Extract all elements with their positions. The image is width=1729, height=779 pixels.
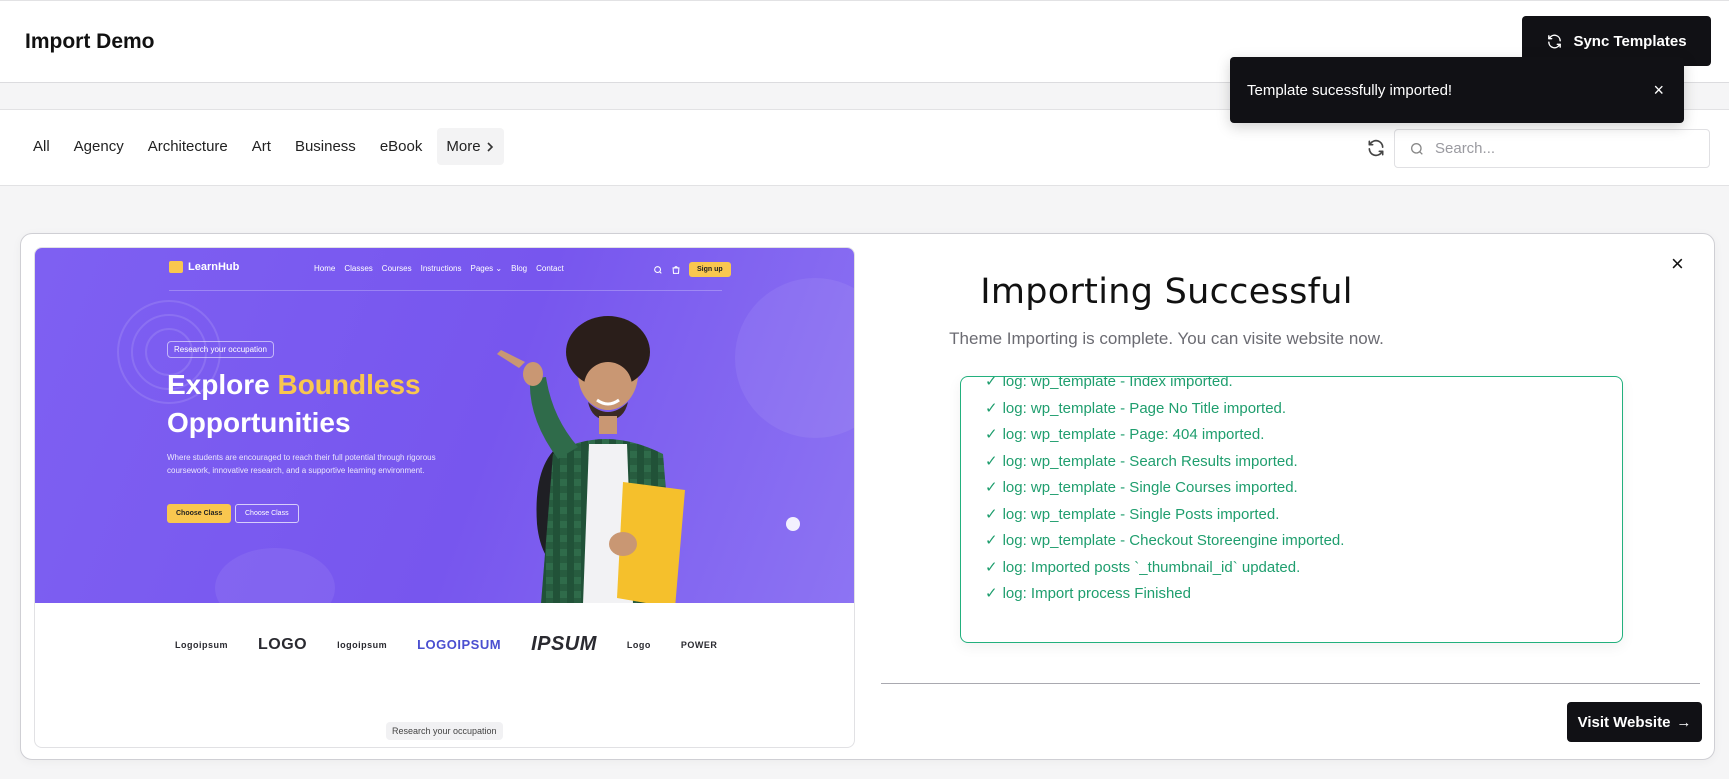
preview-nav-item: Courses [381,264,412,273]
preview-headline-part2: Opportunities [167,407,351,438]
check-icon: ✓ [985,558,998,576]
preview-cta-secondary: Choose Class [235,504,299,523]
tab-agency[interactable]: Agency [65,128,133,165]
log-line: ✓ log: wp_template - Single Posts importe… [985,502,1344,529]
close-modal-icon[interactable]: × [1671,253,1684,275]
preview-nav-item: Blog [511,264,528,273]
log-line: ✓ log: wp_template - Page: 404 imported. [985,422,1344,449]
student-illustration [497,316,685,603]
log-line: ✓ log: wp_template - Index imported. [985,376,1344,396]
check-icon: ✓ [985,399,998,417]
cart-icon [672,265,680,274]
preview-logo-text: LearnHub [188,261,240,273]
import-log-list: ✓ log: wp_template - Index imported. ✓ log:… [985,376,1344,608]
brand-logo: LOGOIPSUM [417,637,502,652]
preview-nav-item: Home [314,264,336,273]
decor-dot [786,517,800,531]
search-icon [654,265,662,274]
check-icon: ✓ [985,532,998,549]
tab-art[interactable]: Art [243,128,280,165]
log-text: log: wp_template - Search Results import… [1002,452,1298,470]
log-text: log: wp_template - Page No Title importe… [1002,399,1287,417]
preview-nav-item: Contact [536,264,564,273]
check-icon: ✓ [985,479,998,496]
sync-templates-label: Sync Templates [1573,32,1687,50]
preview-nav-item: Classes [344,264,373,273]
log-text: log: wp_template - Single Posts imported… [1002,505,1280,523]
check-icon: ✓ [985,585,998,602]
success-subtitle: Theme Importing is complete. You can vis… [949,329,1384,348]
preview-headline-part1: Explore [167,369,278,400]
sync-icon [1548,34,1562,48]
preview-headline-accent: Boundless [277,369,421,400]
log-text: log: wp_template - Index imported. [1002,376,1233,390]
log-text: log: wp_template - Page: 404 imported. [1002,426,1265,443]
preview-subtext: Where students are encouraged to reach t… [167,453,436,475]
toast-message: Template sucessfully imported! [1247,81,1453,99]
brand-logo: logoipsum [337,639,388,650]
import-log-box[interactable]: ✓ log: wp_template - Index imported. ✓ log:… [960,376,1623,643]
tab-more-label: More [446,138,481,155]
check-icon: ✓ [985,505,998,523]
log-text: log: Imported posts `_thumbnail_id` upda… [1002,558,1301,576]
visit-website-label: Visit Website [1577,713,1671,731]
log-line: ✓ log: Imported posts `_thumbnail_id` upd… [985,555,1344,582]
category-tabs: All Agency Architecture Art Business eBo… [24,128,504,165]
brand-logo: Logoipsum [175,639,228,650]
brand-logo: LOGO [258,635,308,653]
preview-divider [169,290,722,291]
preview-pill: Research your occupation [167,341,274,358]
preview-nav-icons: Sign up [653,262,731,277]
search-box [1394,129,1710,168]
tab-ebook[interactable]: eBook [371,128,432,165]
decor-blob [215,548,335,603]
brand-logo: POWER [680,639,718,650]
log-text: log: wp_template - Checkout Storeengine … [1002,532,1345,549]
brand-logo-row: Logoipsum LOGO logoipsum LOGOIPSUM IPSUM… [175,633,717,656]
log-text: log: Import process Finished [1002,585,1191,602]
search-input[interactable] [1435,140,1709,157]
log-line: ✓ log: wp_template - Checkout Storeengine… [985,528,1344,555]
preview-nav: Home Classes Courses Instructions Pages … [314,264,564,273]
visit-website-button[interactable]: Visit Website → [1567,702,1702,742]
search-icon [1411,142,1423,155]
tab-architecture[interactable]: Architecture [139,128,237,165]
tab-all[interactable]: All [24,128,59,165]
toast-close-icon[interactable]: × [1653,81,1664,99]
preview-research-tag: Research your occupation [386,722,503,740]
check-icon: ✓ [985,376,998,390]
footer-divider [881,683,1700,684]
preview-logo: LearnHub [169,261,239,273]
tab-business[interactable]: Business [286,128,365,165]
arrow-right-icon: → [1676,713,1692,731]
brand-logo: Logo [626,639,651,650]
log-line: ✓ log: wp_template - Search Results impor… [985,449,1344,476]
tab-more[interactable]: More [437,128,504,165]
import-result-modal: LearnHub Home Classes Courses Instructio… [20,233,1715,760]
decor-blob [735,278,854,438]
brand-logo: IPSUM [531,633,597,655]
chevron-right-icon [486,141,493,152]
book-icon [169,261,183,273]
log-line: ✓ log: wp_template - Page No Title import… [985,396,1344,423]
preview-cta-primary: Choose Class [167,504,232,523]
log-line: ✓ log: wp_template - Single Courses impor… [985,475,1344,502]
preview-nav-item: Pages ⌄ [470,264,503,273]
preview-signup: Sign up [689,262,731,277]
log-line: ✓ log: Import process Finished [985,581,1344,608]
success-heading: Importing Successful [980,272,1353,312]
template-preview: LearnHub Home Classes Courses Instructio… [34,247,855,748]
log-text: log: wp_template - Single Courses import… [1002,479,1298,496]
check-icon: ✓ [985,452,998,470]
page-title: Import Demo [25,30,155,53]
success-toast: Template sucessfully imported! × [1230,57,1684,123]
refresh-icon[interactable] [1366,138,1386,158]
check-icon: ✓ [985,426,998,443]
preview-headline: Explore Boundless Opportunities [167,366,467,442]
preview-hero: LearnHub Home Classes Courses Instructio… [35,248,854,603]
preview-nav-item: Instructions [420,264,462,273]
